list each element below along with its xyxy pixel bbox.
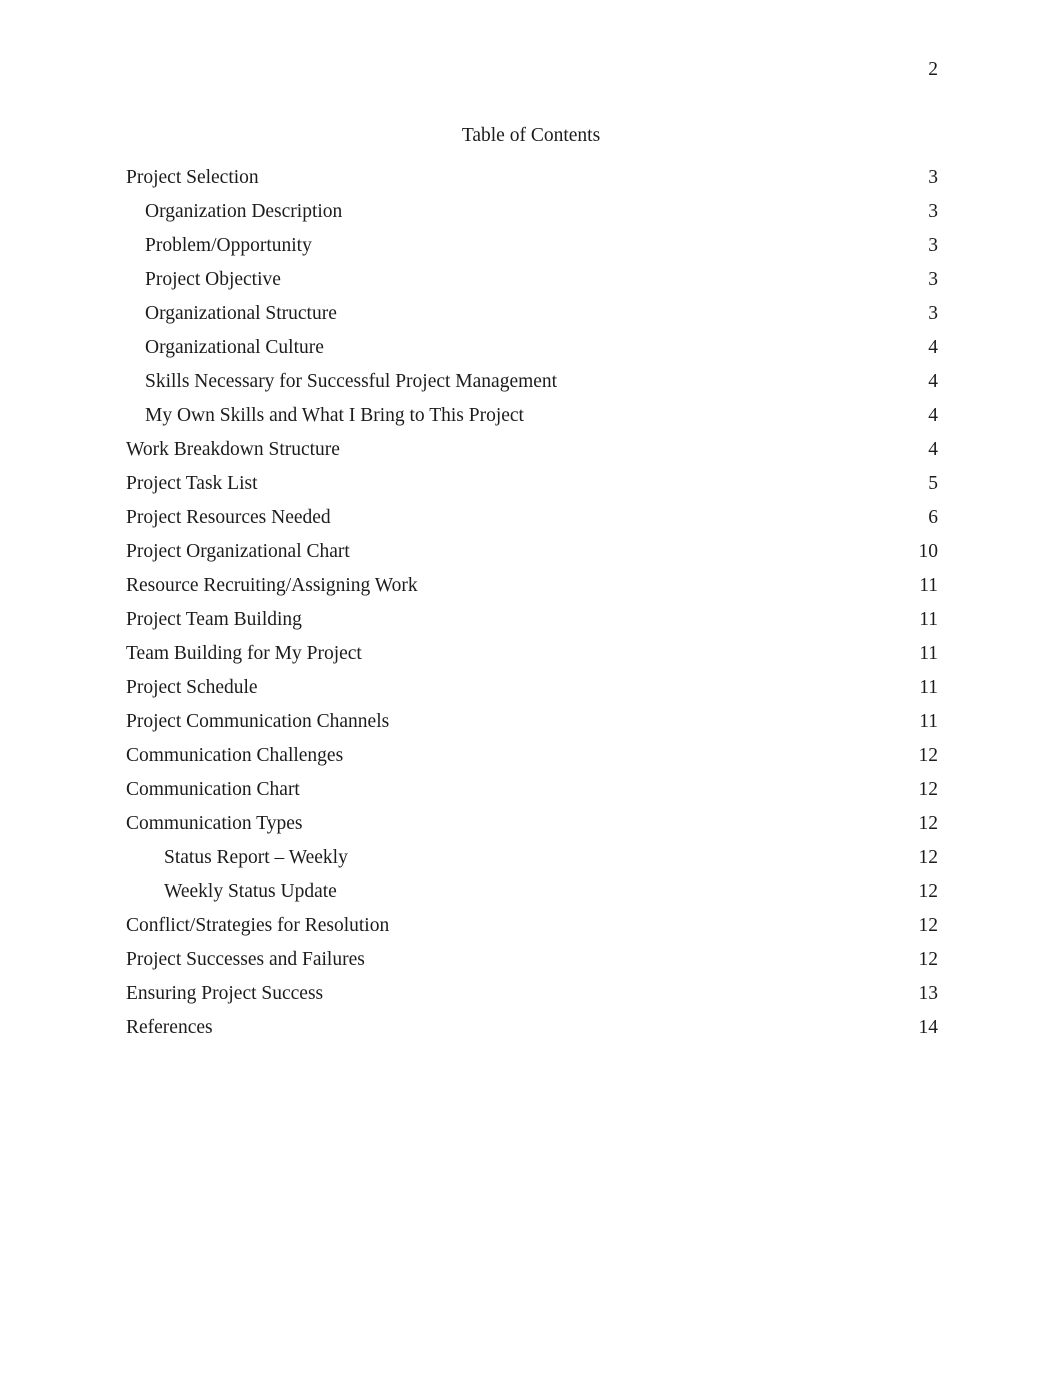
toc-entry[interactable]: Weekly Status Update 12 <box>126 880 938 914</box>
toc-entry-label: Project Organizational Chart <box>126 541 350 562</box>
toc-entry-page-number: 12 <box>918 881 939 902</box>
toc-entry-page-number: 10 <box>918 541 939 562</box>
toc-entry[interactable]: Project Selection 3 <box>126 166 938 200</box>
toc-entry-label: Work Breakdown Structure <box>126 439 340 460</box>
toc-entry-page-number: 3 <box>928 303 938 324</box>
toc-entry-label: Organizational Culture <box>145 337 324 358</box>
toc-entry[interactable]: Project Team Building 11 <box>126 608 938 642</box>
toc-entry-label: Status Report – Weekly <box>164 847 348 868</box>
toc-entry-label: Ensuring Project Success <box>126 983 324 1004</box>
toc-entry[interactable]: Status Report – Weekly 12 <box>126 846 938 880</box>
toc-entry[interactable]: Organizational Structure 3 <box>126 302 938 336</box>
toc-entry-page-number: 11 <box>919 711 938 732</box>
toc-entry[interactable]: Project Objective 3 <box>126 268 938 302</box>
document-page: 2 Table of Contents Project Selection 3 Or… <box>0 0 1062 1376</box>
toc-entry-page-number: 11 <box>919 643 938 664</box>
page-number-header: 2 <box>928 59 938 80</box>
toc-entry[interactable]: Project Task List 5 <box>126 472 938 506</box>
toc-entry-page-number: 12 <box>918 847 939 868</box>
toc-entry-page-number: 12 <box>918 813 939 834</box>
toc-entry[interactable]: Project Resources Needed 6 <box>126 506 938 540</box>
toc-entry-label: Communication Challenges <box>126 745 344 766</box>
toc-entry-page-number: 12 <box>918 745 939 766</box>
toc-entry-page-number: 3 <box>928 269 938 290</box>
toc-entry[interactable]: Organization Description 3 <box>126 200 938 234</box>
toc-entry[interactable]: Problem/Opportunity 3 <box>126 234 938 268</box>
toc-entry-page-number: 4 <box>928 439 938 460</box>
toc-entry-label: Project Task List <box>126 473 258 494</box>
toc-entry-page-number: 3 <box>928 235 938 256</box>
toc-entry[interactable]: Resource Recruiting/Assigning Work 11 <box>126 574 938 608</box>
toc-entry-label: Project Objective <box>145 269 281 290</box>
page-title: Table of Contents <box>461 125 601 146</box>
toc-entry-label: Project Successes and Failures <box>126 949 365 970</box>
toc-entry[interactable]: Conflict/Strategies for Resolution 12 <box>126 914 938 948</box>
toc-entry[interactable]: Project Communication Channels 11 <box>126 710 938 744</box>
toc-entry-label: Project Resources Needed <box>126 507 331 528</box>
toc-entry[interactable]: Communication Challenges 12 <box>126 744 938 778</box>
toc-entry-page-number: 3 <box>928 167 938 188</box>
toc-entry-page-number: 4 <box>928 405 938 426</box>
toc-entry[interactable]: Project Schedule 11 <box>126 676 938 710</box>
toc-entry-label: Project Selection <box>126 167 259 188</box>
toc-entry-page-number: 12 <box>918 779 939 800</box>
toc-entry-page-number: 11 <box>919 609 938 630</box>
table-of-contents-list: Project Selection 3 Organization Descripti… <box>126 166 938 1050</box>
toc-entry-label: Problem/Opportunity <box>145 235 312 256</box>
toc-entry[interactable]: Skills Necessary for Successful Project … <box>126 370 938 404</box>
toc-entry-page-number: 6 <box>928 507 938 528</box>
toc-entry[interactable]: Project Organizational Chart 10 <box>126 540 938 574</box>
toc-entry-label: Team Building for My Project <box>126 643 362 664</box>
toc-entry[interactable]: Ensuring Project Success 13 <box>126 982 938 1016</box>
toc-entry[interactable]: Project Successes and Failures 12 <box>126 948 938 982</box>
toc-entry-label: Project Communication Channels <box>126 711 390 732</box>
toc-entry-page-number: 5 <box>928 473 938 494</box>
toc-entry-page-number: 3 <box>928 201 938 222</box>
toc-entry-label: Organization Description <box>145 201 343 222</box>
toc-entry[interactable]: Team Building for My Project 11 <box>126 642 938 676</box>
toc-entry-label: Organizational Structure <box>145 303 337 324</box>
toc-entry-page-number: 14 <box>918 1017 939 1038</box>
toc-entry-label: Project Schedule <box>126 677 258 698</box>
toc-entry-label: Weekly Status Update <box>164 881 337 902</box>
toc-entry-label: Resource Recruiting/Assigning Work <box>126 575 418 596</box>
toc-entry-label: References <box>126 1017 213 1038</box>
toc-entry-page-number: 12 <box>918 949 939 970</box>
toc-entry-label: Skills Necessary for Successful Project … <box>145 371 558 392</box>
toc-entry[interactable]: Organizational Culture 4 <box>126 336 938 370</box>
toc-entry-label: Communication Chart <box>126 779 300 800</box>
toc-entry[interactable]: References 14 <box>126 1016 938 1050</box>
toc-entry-label: Communication Types <box>126 813 303 834</box>
toc-entry[interactable]: Communication Types 12 <box>126 812 938 846</box>
toc-entry[interactable]: My Own Skills and What I Bring to This P… <box>126 404 938 438</box>
toc-entry-label: Conflict/Strategies for Resolution <box>126 915 390 936</box>
toc-entry-label: Project Team Building <box>126 609 302 630</box>
toc-entry-page-number: 11 <box>919 575 938 596</box>
toc-entry-page-number: 12 <box>918 915 939 936</box>
toc-entry[interactable]: Communication Chart 12 <box>126 778 938 812</box>
toc-entry[interactable]: Work Breakdown Structure 4 <box>126 438 938 472</box>
toc-entry-page-number: 13 <box>918 983 939 1004</box>
toc-entry-page-number: 4 <box>928 371 938 392</box>
toc-entry-page-number: 11 <box>919 677 938 698</box>
toc-entry-label: My Own Skills and What I Bring to This P… <box>145 405 524 426</box>
toc-entry-page-number: 4 <box>928 337 938 358</box>
